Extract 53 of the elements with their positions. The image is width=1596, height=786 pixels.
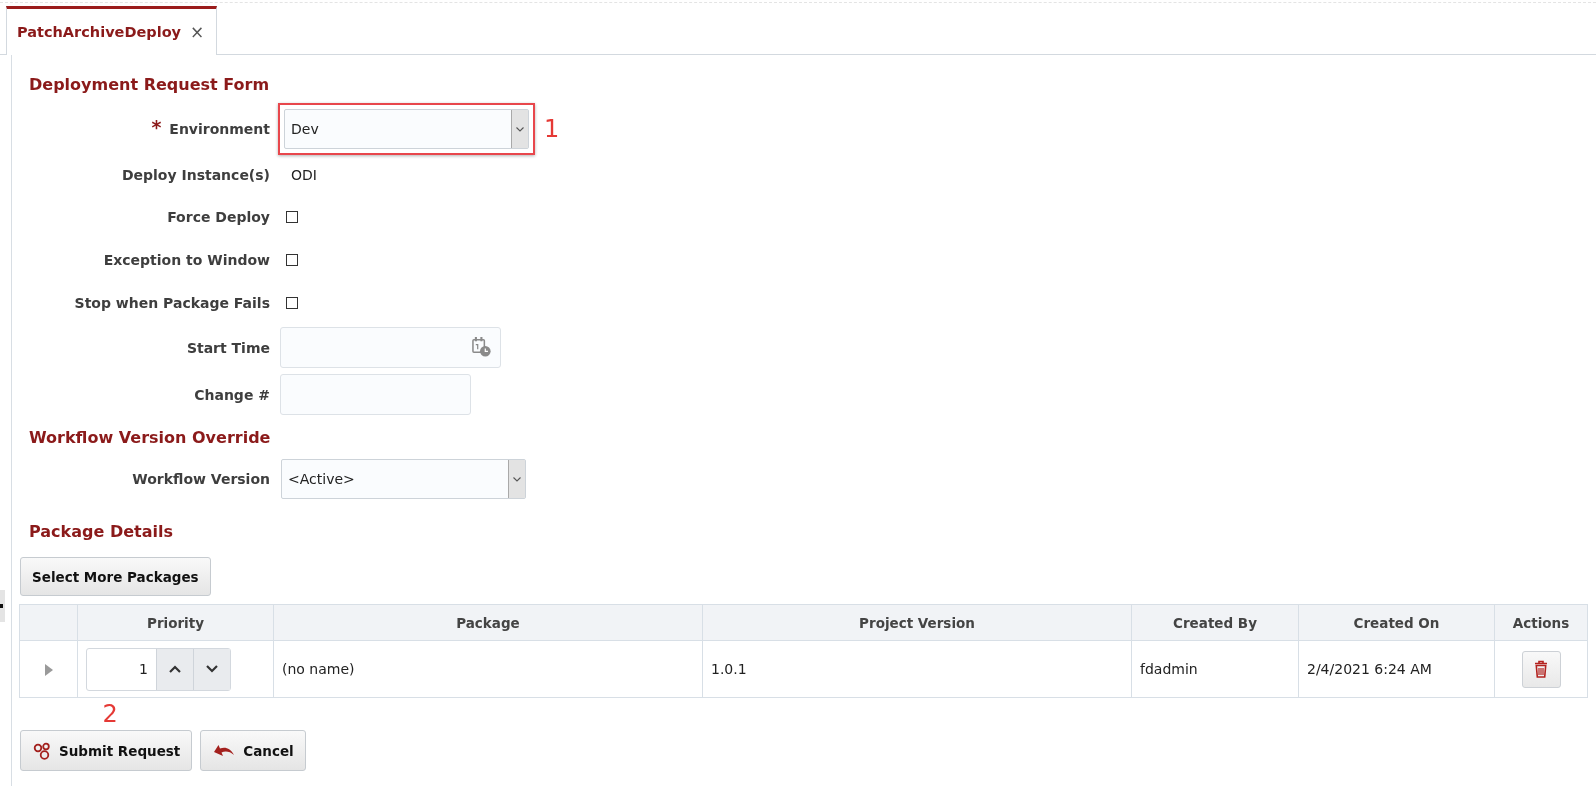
column-header: Actions (1494, 604, 1588, 641)
section-heading: Deployment Request Form (29, 75, 270, 95)
increment-button[interactable] (156, 648, 193, 690)
column-header: Priority (77, 604, 274, 641)
section-heading: Package Details (29, 522, 173, 542)
checkbox[interactable] (286, 296, 298, 309)
callout-number: 1 (544, 117, 560, 141)
tab[interactable]: PatchArchiveDeploy × (6, 6, 218, 55)
delete-button[interactable] (1521, 650, 1561, 688)
table-cell: fdadmin (1131, 640, 1299, 698)
submit-button[interactable]: Submit Request (20, 730, 193, 771)
column-header: Project Version (702, 604, 1132, 641)
table-cell: 2/4/2021 6:24 AM (1298, 640, 1495, 698)
field-value: ODI (291, 167, 317, 183)
checkbox[interactable] (286, 253, 298, 266)
checkbox[interactable] (286, 210, 298, 223)
select-packages-button[interactable]: Select More Packages (20, 557, 211, 596)
field-label: Workflow Version (132, 471, 270, 487)
priority-spinner[interactable]: 1 (86, 647, 231, 691)
chevron-down-icon (513, 476, 521, 482)
required-mark: * (151, 117, 162, 137)
column-header: Package (273, 604, 703, 641)
select-field[interactable]: Dev (284, 109, 529, 149)
callout-number: 2 (102, 702, 118, 726)
chevron-down-icon (516, 126, 524, 132)
decrement-button[interactable] (193, 648, 230, 690)
table-cell: 1.0.1 (702, 640, 1132, 698)
column-header: Created On (1298, 604, 1495, 641)
dropdown-button[interactable] (511, 110, 528, 148)
section-heading: Workflow Version Override (29, 428, 271, 448)
field-label: Environment (169, 121, 270, 137)
field-label: Start Time (186, 339, 270, 356)
input-field[interactable] (280, 374, 471, 415)
field-label: Deploy Instance(s) (121, 167, 270, 183)
field-label: Change # (194, 386, 270, 403)
cancel-button[interactable]: Cancel (200, 730, 306, 771)
field-label: Force Deploy (167, 208, 270, 225)
chevron-up-icon (169, 665, 181, 673)
field-label: Stop when Package Fails (74, 294, 270, 311)
chevron-down-icon (206, 665, 218, 673)
dropdown-button[interactable] (508, 460, 525, 498)
datetime-field[interactable] (280, 327, 501, 368)
undo-arrow-icon (213, 743, 236, 758)
select-field[interactable]: <Active> (281, 459, 526, 499)
trash-icon (1534, 660, 1548, 678)
column-header: Created By (1131, 604, 1299, 641)
close-button[interactable]: × (190, 22, 205, 42)
table-cell: (no name) (273, 640, 703, 698)
splitter-handle-icon[interactable] (0, 590, 5, 622)
caret-right-icon[interactable] (44, 664, 53, 676)
circles-icon (33, 741, 51, 760)
field-label: Exception to Window (103, 251, 270, 268)
calendar-clock-icon[interactable] (472, 336, 491, 357)
